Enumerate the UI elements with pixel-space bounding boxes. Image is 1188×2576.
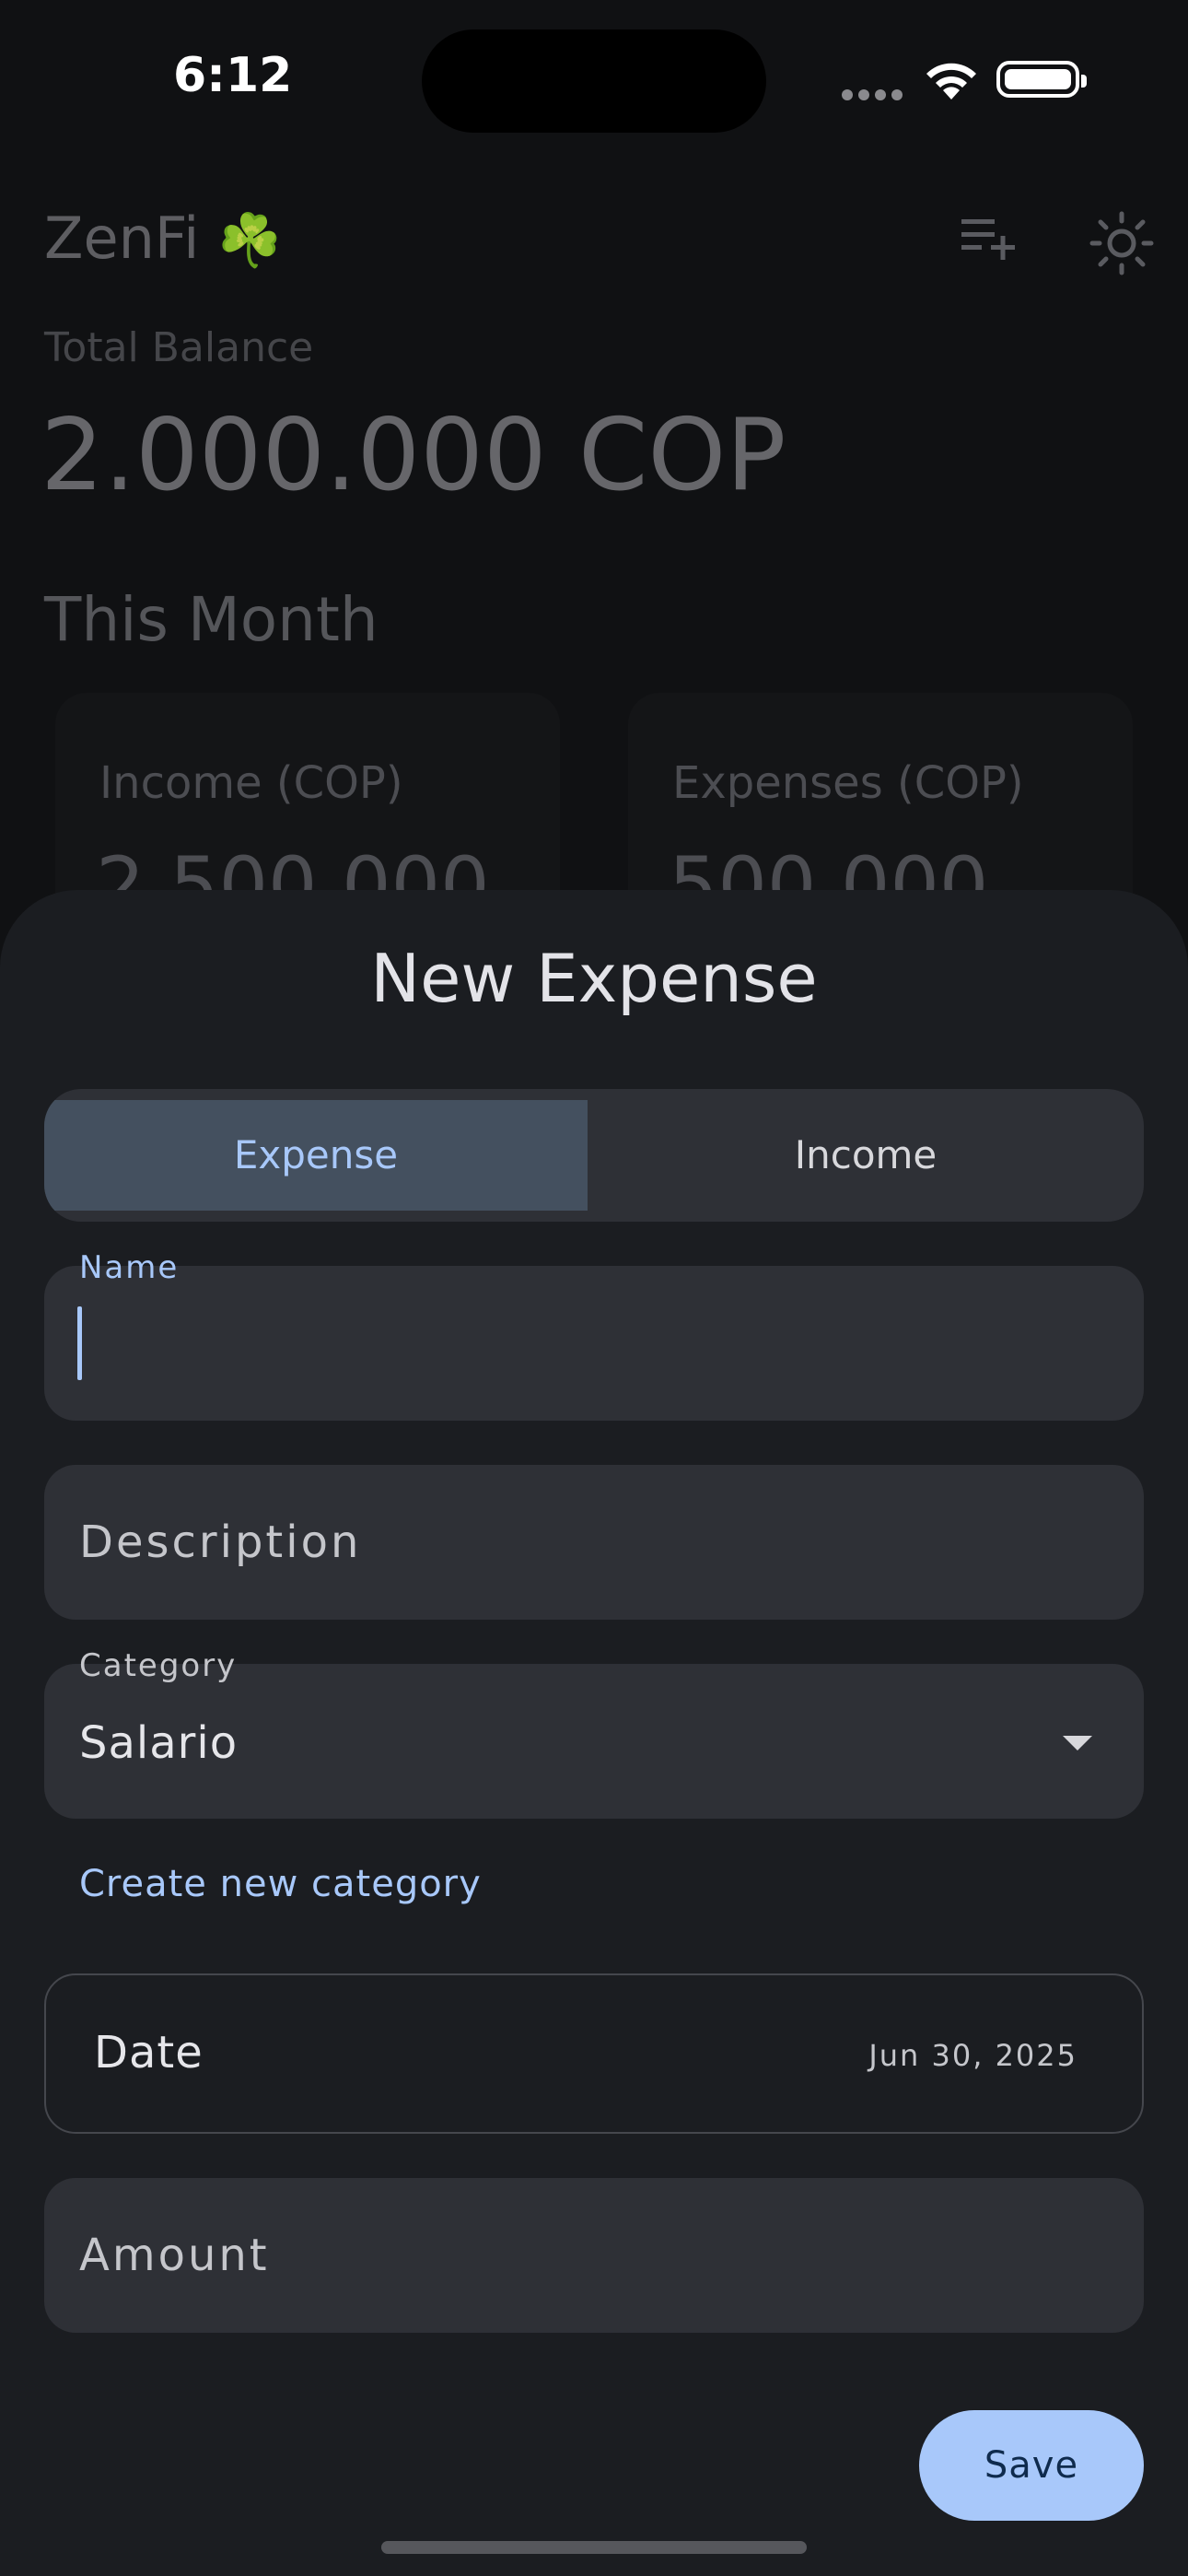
status-time: 6:12	[173, 48, 293, 103]
home-indicator[interactable]	[381, 2541, 807, 2554]
text-cursor	[77, 1306, 82, 1380]
total-balance-value: 2.000.000 COP	[41, 398, 786, 513]
category-value: Salario	[79, 1717, 239, 1769]
create-category-link[interactable]: Create new category	[79, 1863, 482, 1905]
dynamic-island	[422, 29, 766, 133]
sun-icon[interactable]	[1089, 210, 1155, 280]
category-field-label: Category	[79, 1647, 238, 1684]
save-button[interactable]: Save	[919, 2410, 1144, 2521]
wifi-icon	[921, 57, 982, 105]
playlist-add-icon[interactable]	[958, 210, 1019, 269]
income-card-label: Income (COP)	[99, 757, 403, 809]
sheet-title: New Expense	[370, 940, 818, 1017]
date-label: Date	[94, 2027, 204, 2078]
description-placeholder: Description	[79, 1516, 362, 1568]
category-select[interactable]: Salario	[44, 1664, 1144, 1819]
section-title: This Month	[44, 584, 379, 655]
date-value: Jun 30, 2025	[868, 2038, 1077, 2073]
name-field-label: Name	[79, 1249, 180, 1286]
amount-placeholder: Amount	[79, 2230, 270, 2281]
date-picker-field[interactable]: Date Jun 30, 2025	[44, 1973, 1144, 2134]
name-field[interactable]	[44, 1266, 1144, 1421]
segment-expense[interactable]: Expense	[44, 1100, 588, 1211]
segment-income[interactable]: Income	[588, 1100, 1144, 1211]
battery-icon	[996, 61, 1087, 98]
type-segmented-control: Expense Income	[44, 1089, 1144, 1222]
app-title: ZenFi ☘️	[44, 205, 282, 272]
expenses-card-label: Expenses (COP)	[672, 757, 1024, 809]
total-balance-label: Total Balance	[44, 324, 314, 371]
dropdown-arrow-icon	[1063, 1736, 1092, 1751]
amount-field[interactable]: Amount	[44, 2178, 1144, 2333]
cellular-signal-icon	[842, 87, 908, 104]
app-title-text: ZenFi	[44, 205, 200, 272]
description-field[interactable]: Description	[44, 1465, 1144, 1620]
shamrock-icon: ☘️	[217, 211, 282, 271]
